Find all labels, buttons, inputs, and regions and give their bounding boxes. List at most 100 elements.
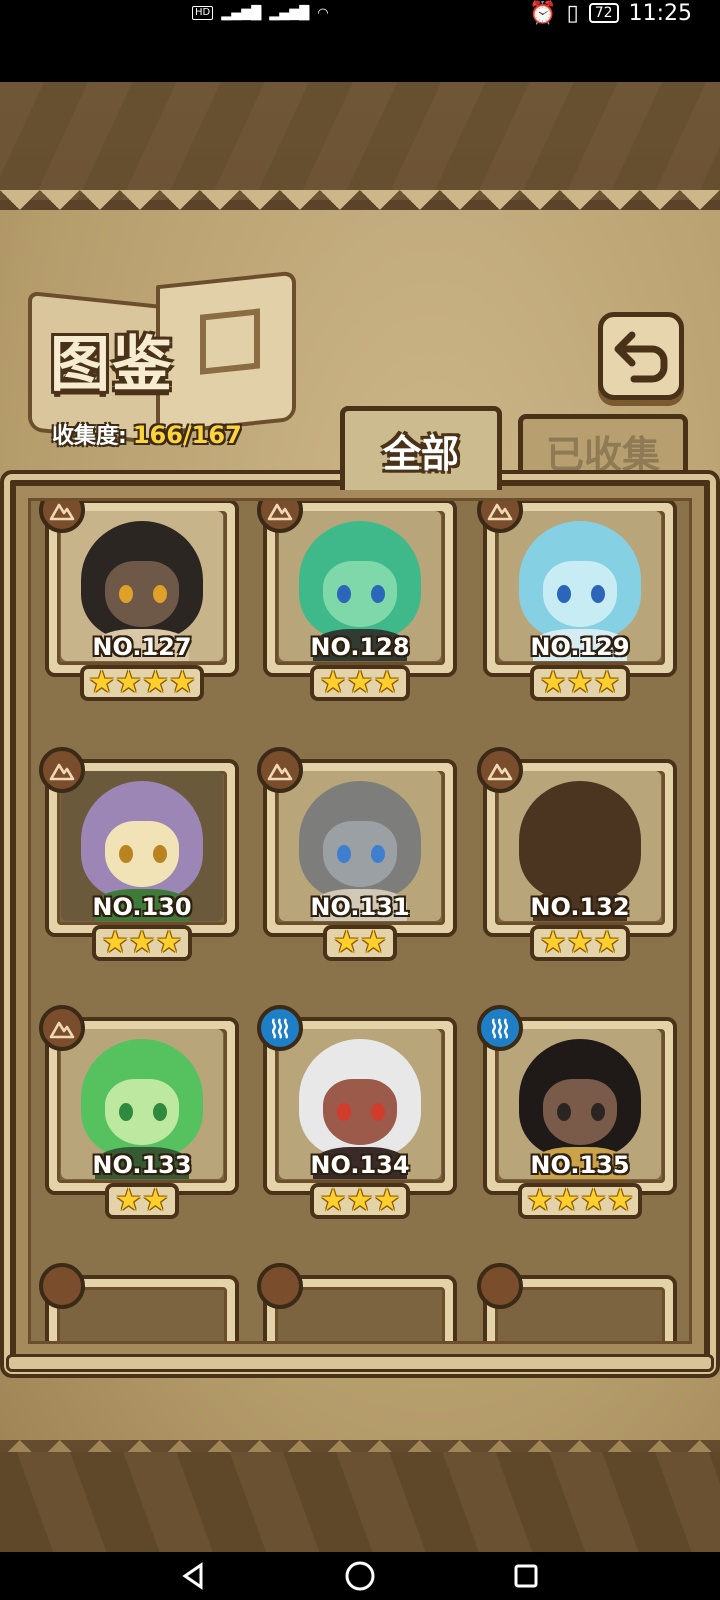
- star-rating: ★★: [105, 1183, 179, 1219]
- tab-all[interactable]: 全部: [340, 406, 502, 490]
- star-icons: ★★★: [539, 665, 621, 700]
- collection-card[interactable]: NO.135 ★★★★: [477, 1005, 677, 1219]
- collection-card[interactable]: NO.128 ★★★: [257, 501, 457, 701]
- collection-label: 收集度:: [52, 424, 127, 449]
- character-eye: [371, 845, 385, 863]
- card-number: NO.132: [530, 893, 630, 921]
- star-rating: ★★★: [530, 665, 630, 701]
- card-number: NO.131: [310, 893, 410, 921]
- character-face: [543, 561, 617, 627]
- character-eye: [153, 585, 167, 603]
- grid-bottom-rail: [6, 1354, 714, 1372]
- character-eye: [371, 585, 385, 603]
- card-number: NO.128: [310, 633, 410, 661]
- character-face: [323, 561, 397, 627]
- collection-card[interactable]: NO.131 ★★: [257, 747, 457, 961]
- card-number: NO.130: [92, 893, 192, 921]
- card-number: NO.134: [310, 1151, 410, 1179]
- status-left-indicators: HD ▂▄▆█ ▂▄▆█ ◠: [192, 0, 329, 26]
- star-rating: ★★★★: [518, 1183, 642, 1219]
- mountain-icon: [477, 1263, 523, 1309]
- mountain-icon: [39, 1263, 85, 1309]
- waves-icon: [477, 1005, 523, 1051]
- star-icons: ★★★★: [88, 665, 196, 700]
- star-rating: ★★★: [92, 925, 192, 961]
- star-icons: ★★★: [539, 925, 621, 960]
- character-face: [543, 1079, 617, 1145]
- character-face: [105, 1079, 179, 1145]
- collection-card[interactable]: NO.134 ★★★: [257, 1005, 457, 1219]
- star-rating: ★★★★: [80, 665, 204, 701]
- vibrate-icon: ▯: [566, 0, 579, 26]
- hd-icon: HD: [192, 6, 214, 20]
- character-eye: [591, 585, 605, 603]
- character-face: [323, 1079, 397, 1145]
- character-eye: [153, 1103, 167, 1121]
- alarm-icon: ⏰: [529, 0, 557, 26]
- collection-grid: NO.127 ★★★★ NO.128 ★★★ NO.129 ★★★ NO.130…: [0, 470, 720, 1378]
- page-title: 图鉴: [50, 330, 174, 400]
- star-rating: ★★★: [530, 925, 630, 961]
- signal-icon: ▂▄▆█: [269, 5, 310, 21]
- clock: 11:25: [628, 0, 692, 26]
- collection-card-partial[interactable]: [477, 1263, 677, 1341]
- mountain-icon: [39, 1005, 85, 1051]
- character-eye: [337, 585, 351, 603]
- back-button[interactable]: [598, 312, 684, 400]
- mountain-icon: [477, 747, 523, 793]
- collection-card[interactable]: NO.132 ★★★: [477, 747, 677, 961]
- book-right-page: [156, 270, 296, 436]
- status-right-indicators: ⏰ ▯ 72 11:25: [529, 0, 692, 26]
- square-recents-icon: [514, 1564, 538, 1588]
- wifi-icon: ◠: [317, 5, 329, 21]
- character-eye: [591, 1103, 605, 1121]
- character-face: [105, 561, 179, 627]
- collection-card-partial[interactable]: [257, 1263, 457, 1341]
- triangle-back-icon: [182, 1562, 203, 1590]
- star-rating: ★★: [323, 925, 397, 961]
- star-rating: ★★★: [310, 665, 410, 701]
- star-icons: ★★: [333, 925, 387, 960]
- collection-card[interactable]: NO.130 ★★★: [39, 747, 239, 961]
- character-face: [323, 821, 397, 887]
- star-rating: ★★★: [310, 1183, 410, 1219]
- card-number: NO.129: [530, 633, 630, 661]
- nav-recents-button[interactable]: [506, 1556, 546, 1596]
- character-eye: [557, 585, 571, 603]
- star-icons: ★★★: [319, 1183, 401, 1218]
- collection-progress: 收集度: 166/167: [52, 418, 242, 450]
- nav-home-button[interactable]: [340, 1556, 380, 1596]
- card-number: NO.133: [92, 1151, 192, 1179]
- star-icons: ★★: [115, 1183, 169, 1218]
- character-eye: [119, 585, 133, 603]
- map-strip-bottom: [0, 1452, 720, 1552]
- nav-back-button[interactable]: [174, 1556, 214, 1596]
- card-number: NO.127: [92, 633, 192, 661]
- status-bar: HD ▂▄▆█ ▂▄▆█ ◠ ⏰ ▯ 72 11:25: [0, 0, 720, 82]
- map-strip-top: [0, 82, 720, 200]
- character-eye: [153, 845, 167, 863]
- mountain-icon: [257, 747, 303, 793]
- collection-card-partial[interactable]: [39, 1263, 239, 1341]
- character-eye: [119, 845, 133, 863]
- book-emblem: [200, 308, 260, 375]
- star-icons: ★★★: [319, 665, 401, 700]
- character-eye: [337, 845, 351, 863]
- mountain-icon: [39, 747, 85, 793]
- collection-card[interactable]: NO.133 ★★: [39, 1005, 239, 1219]
- collection-value: 166/167: [132, 421, 242, 449]
- return-arrow-icon: [614, 331, 668, 383]
- character-eye: [557, 1103, 571, 1121]
- signal-icon: ▂▄▆█: [221, 5, 262, 21]
- system-nav-bar: [0, 1552, 720, 1600]
- circle-home-icon: [345, 1561, 375, 1591]
- character-eye: [371, 1103, 385, 1121]
- character-eye: [337, 1103, 351, 1121]
- collection-card[interactable]: NO.129 ★★★: [477, 501, 677, 701]
- character-face: [105, 821, 179, 887]
- card-scroll-area[interactable]: NO.127 ★★★★ NO.128 ★★★ NO.129 ★★★ NO.130…: [28, 498, 692, 1344]
- collection-card[interactable]: NO.127 ★★★★: [39, 501, 239, 701]
- card-number: NO.135: [530, 1151, 630, 1179]
- character-eye: [119, 1103, 133, 1121]
- battery-icon: 72: [588, 3, 619, 23]
